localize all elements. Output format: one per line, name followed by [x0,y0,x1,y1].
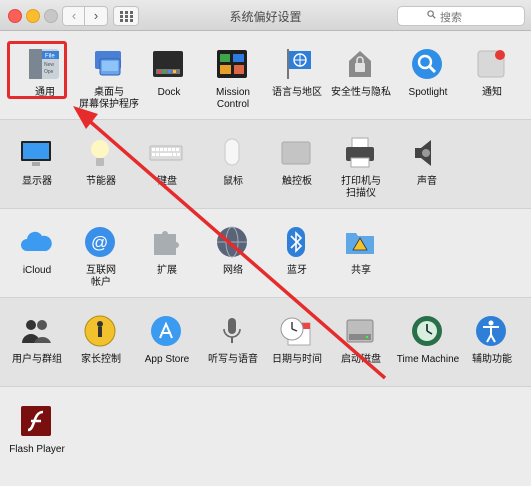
pref-accessibility[interactable]: 辅助功能 [460,314,524,396]
svg-text:@: @ [91,233,108,252]
highlight-box [7,41,67,99]
bluetooth-icon [279,225,313,259]
pref-trackpad[interactable]: 触控板 [265,136,329,218]
mission-control-icon [215,47,249,81]
pref-label: 通知 [482,87,502,98]
pref-flash-player[interactable]: Flash Player [5,404,69,486]
search-field[interactable]: 搜索 [397,6,525,26]
pref-label: 声音 [417,176,437,187]
internet-accounts-icon: @ [83,225,117,259]
pref-dock[interactable]: Dock [137,47,201,129]
pref-displays[interactable]: 显示器 [5,136,69,218]
icloud-icon [19,225,53,259]
mouse-icon [215,136,249,170]
time-machine-icon [410,314,444,348]
printer-icon [343,136,377,170]
desktop-screensaver-icon [91,47,125,81]
pref-label: 互联网 帐户 [86,265,116,288]
section-other [0,387,531,475]
pref-extensions[interactable]: 扩展 [135,225,199,307]
app-store-icon [149,314,183,348]
dictation-speech-icon [215,314,249,348]
pref-label: 键盘 [157,176,177,187]
keyboard-icon [149,136,183,170]
pref-label: 安全性与隐私 [331,87,391,98]
pref-security-privacy[interactable]: 安全性与隐私 [329,47,393,129]
pref-spotlight[interactable]: Spotlight [396,47,460,129]
spotlight-icon [410,47,444,81]
pref-label: 家长控制 [81,354,121,365]
pref-mouse[interactable]: 鼠标 [201,136,265,218]
pref-label: 打印机与 扫描仪 [341,176,381,199]
dock-icon [151,47,185,81]
pref-label: 启动磁盘 [341,354,381,365]
pref-users-groups[interactable]: 用户与群组 [5,314,69,396]
pref-dictation-speech[interactable]: 听写与语音 [201,314,265,396]
pref-network[interactable]: 网络 [201,225,265,307]
sound-icon [409,136,443,170]
pref-parental-controls[interactable]: 家长控制 [69,314,133,396]
pref-label: 辅助功能 [472,354,512,365]
sharing-icon [343,225,377,259]
pref-energy-saver[interactable]: 节能器 [69,136,133,218]
pref-label: 节能器 [86,176,116,187]
pref-label: App Store [144,354,190,365]
pref-label: 共享 [351,265,371,276]
pref-bluetooth[interactable]: 蓝牙 [265,225,329,307]
pref-keyboard[interactable]: 键盘 [135,136,199,218]
search-icon [427,10,436,19]
pref-label: 扩展 [157,265,177,276]
pref-sound[interactable]: 声音 [395,136,459,218]
displays-icon [19,136,53,170]
startup-disk-icon [343,314,377,348]
language-region-icon [279,47,313,81]
pref-date-time[interactable]: 日期与时间 [265,314,329,396]
trackpad-icon [279,136,313,170]
pref-time-machine[interactable]: Time Machine [396,314,460,396]
security-privacy-icon [343,47,377,81]
notifications-icon [474,47,508,81]
pref-label: Flash Player [9,444,65,455]
pref-language-region[interactable]: 语言与地区 [265,47,329,129]
pref-app-store[interactable]: App Store [135,314,199,396]
users-groups-icon [19,314,53,348]
pref-sharing[interactable]: 共享 [329,225,393,307]
pref-internet-accounts[interactable]: @ 互联网 帐户 [69,225,133,307]
pref-icloud[interactable]: iCloud [5,225,69,307]
search-placeholder: 搜索 [440,12,462,24]
network-icon [215,225,249,259]
pref-startup-disk[interactable]: 启动磁盘 [329,314,393,396]
title-bar: ‹ › 系统偏好设置 搜索 [0,0,531,31]
parental-controls-icon [83,314,117,348]
pref-mission-control[interactable]: Mission Control [201,47,265,129]
flash-player-icon [19,404,53,438]
extensions-icon [149,225,183,259]
pref-notifications[interactable]: 通知 [460,47,524,129]
date-time-icon [279,314,313,348]
accessibility-icon [474,314,508,348]
pref-printers-scanners[interactable]: 打印机与 扫描仪 [329,136,393,218]
energy-saver-icon [83,136,117,170]
